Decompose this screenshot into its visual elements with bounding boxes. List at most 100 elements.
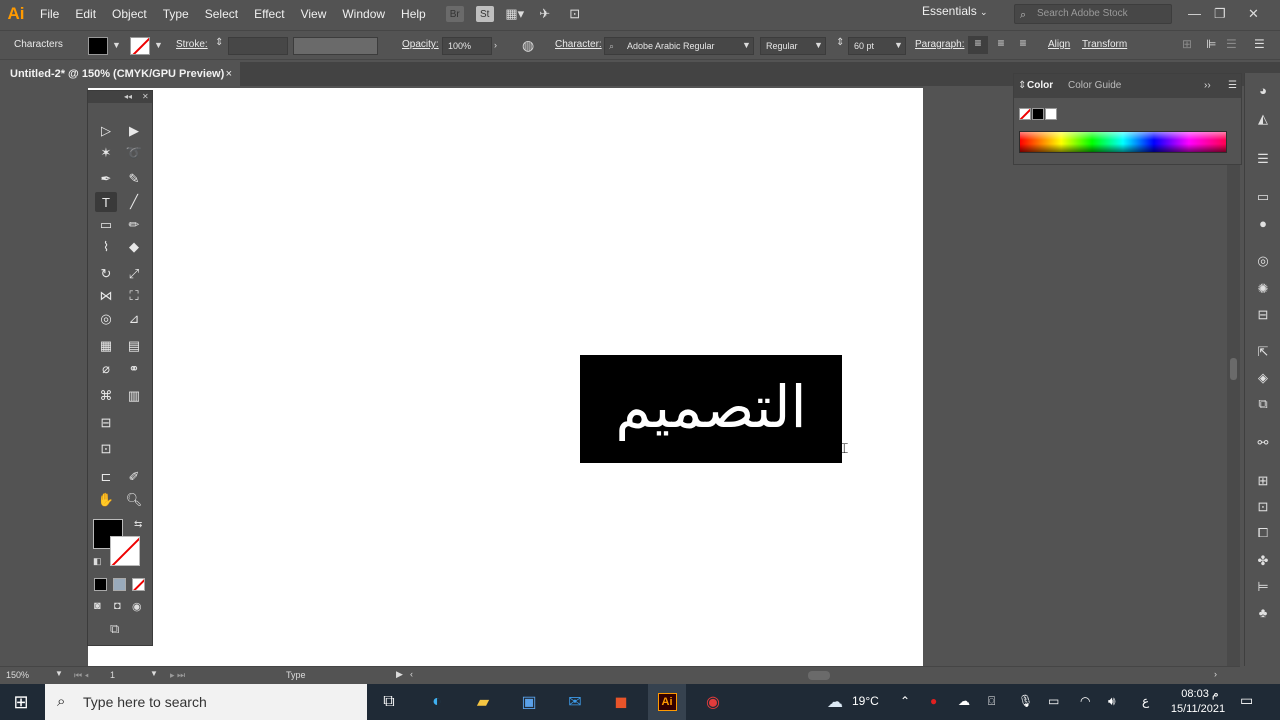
width-tool-icon[interactable]: ⋈ — [95, 286, 117, 306]
menu-help[interactable]: Help — [393, 0, 434, 28]
asset-export-icon[interactable]: ⊟ — [1254, 307, 1272, 323]
draw-inside-icon[interactable]: ◉ — [132, 600, 142, 613]
draw-normal-icon[interactable]: ◙ — [94, 600, 101, 612]
perspective-grid-tool-icon[interactable]: ⊿ — [123, 309, 145, 329]
layers-icon[interactable]: ◈ — [1254, 370, 1272, 386]
mesh-tool-icon[interactable]: ▦ — [95, 336, 117, 356]
artboard-number[interactable]: 1 — [110, 670, 115, 680]
menu-edit[interactable]: Edit — [67, 0, 104, 28]
vertical-scrollbar[interactable] — [1227, 86, 1240, 666]
chevron-down-icon[interactable]: ▼ — [894, 40, 903, 50]
type-tool-icon[interactable]: T — [95, 192, 117, 212]
office-icon[interactable]: ◼ — [608, 690, 634, 714]
input-language[interactable]: ع — [1142, 694, 1149, 708]
screen-recorder-icon[interactable]: ◉ — [700, 690, 726, 714]
color-spectrum[interactable] — [1019, 131, 1227, 153]
free-transform-tool-icon[interactable]: ⛶ — [123, 286, 145, 306]
default-colors-icon[interactable]: ◧ — [93, 556, 102, 567]
align-link[interactable]: Align — [1048, 39, 1070, 50]
chevron-right-icon[interactable]: › — [494, 40, 497, 50]
menu-type[interactable]: Type — [155, 0, 197, 28]
zoom-tool-icon[interactable]: 🔍︎ — [123, 490, 145, 510]
none-color-swatch[interactable] — [1019, 108, 1031, 120]
slice-tool-icon[interactable]: ⊡ — [95, 439, 117, 459]
character-label[interactable]: Character: — [555, 39, 602, 50]
volume-icon[interactable]: 🔊︎ — [1108, 694, 1116, 709]
gpu-performance-icon[interactable]: ✈ — [536, 6, 554, 22]
links-icon[interactable]: ⚯ — [1254, 435, 1272, 451]
tab-color-guide[interactable]: Color Guide — [1068, 80, 1121, 91]
task-view-icon[interactable]: ⧉ — [376, 690, 402, 714]
notifications-icon[interactable]: ▭ — [1240, 692, 1253, 709]
arrange-documents-icon[interactable]: ▦▾ — [505, 6, 524, 22]
search-arrange-icon[interactable]: ⊡ — [566, 6, 584, 22]
export-icon[interactable]: ⇱ — [1254, 344, 1272, 360]
font-family-field[interactable]: ⌕ Adobe Arabic Regular — [604, 37, 754, 55]
menu-effect[interactable]: Effect — [246, 0, 292, 28]
artboard-tool-icon[interactable]: ⊟ — [95, 413, 117, 433]
color-panel-icon[interactable]: ◕ — [1254, 83, 1272, 99]
recolor-globe-icon[interactable]: ◍ — [522, 37, 534, 54]
grid-icon[interactable]: ⊞ — [1182, 37, 1192, 51]
tab-color[interactable]: Color — [1027, 80, 1053, 91]
blend-tool-icon[interactable]: ⚭ — [123, 359, 145, 379]
collapse-panel-icon[interactable]: ›› — [1204, 80, 1211, 91]
next-artboard-icon[interactable]: ▸ ⏭ — [170, 670, 185, 681]
scroll-left-icon[interactable]: ‹ — [410, 669, 413, 679]
stroke-swatch[interactable] — [110, 536, 140, 566]
rotate-tool-icon[interactable]: ↻ — [95, 264, 117, 284]
collapse-icon[interactable]: ◂◂ — [124, 92, 132, 101]
close-icon[interactable]: ✕ — [142, 92, 149, 101]
illustrator-taskbar-icon[interactable]: Ai — [648, 684, 686, 720]
record-icon[interactable]: ● — [930, 694, 937, 708]
close-icon[interactable]: × — [226, 62, 232, 86]
opacity-label[interactable]: Opacity: — [402, 39, 439, 50]
clock-time[interactable]: 08:03 م — [1172, 687, 1228, 700]
menu-object[interactable]: Object — [104, 0, 155, 28]
chevron-down-icon[interactable]: ▼ — [112, 40, 121, 50]
curvature-tool-icon[interactable]: ✎ — [123, 169, 145, 189]
tools-panel-header[interactable]: ◂◂ ✕ — [88, 91, 152, 103]
status-menu-icon[interactable]: ▶ — [396, 669, 403, 680]
selection-tool-icon[interactable]: ▷ — [95, 121, 117, 141]
artboard[interactable]: التصميم ⌶ — [88, 88, 923, 666]
gradient-mode-icon[interactable] — [113, 578, 126, 591]
symbol-sprayer-tool-icon[interactable]: ⌘ — [95, 386, 117, 406]
stock-search-input[interactable]: ⌕ Search Adobe Stock — [1014, 4, 1172, 24]
workspace-switcher[interactable]: Essentials ⌄ — [922, 4, 988, 18]
direct-selection-tool-icon[interactable]: ▶ — [123, 121, 145, 141]
weather-cloud-icon[interactable]: ☁ — [822, 690, 848, 714]
gradient-tool-icon[interactable]: ▤ — [123, 336, 145, 356]
file-explorer-icon[interactable]: ▰ — [470, 690, 496, 714]
chevron-updown-icon[interactable]: ⇕ — [1018, 80, 1026, 91]
brushes-icon[interactable]: ✤ — [1254, 553, 1272, 569]
scale-tool-icon[interactable]: ⤢ — [123, 264, 145, 284]
document-tab[interactable]: Untitled-2* @ 150% (CMYK/GPU Preview) × — [0, 62, 240, 86]
pen-tool-icon[interactable]: ✒ — [95, 169, 117, 189]
properties-icon[interactable]: ☰ — [1254, 151, 1272, 167]
microphone-icon[interactable]: 🎙︎ — [1018, 694, 1033, 708]
transform-icon[interactable]: ⊞ — [1254, 473, 1272, 489]
stroke-color-swatch[interactable] — [130, 37, 150, 55]
close-icon[interactable]: ✕ — [1248, 6, 1259, 22]
variable-width-profile[interactable] — [293, 37, 378, 55]
clubs-symbol-icon[interactable]: ♣ — [1254, 605, 1272, 621]
distribute-icon[interactable]: ⊫ — [1206, 37, 1216, 51]
line-segment-tool-icon[interactable]: ╱ — [123, 192, 145, 212]
stepper-icon[interactable]: ⇕ — [215, 37, 223, 48]
chevron-down-icon[interactable]: ▼ — [814, 40, 823, 50]
chevron-down-icon[interactable]: ▼ — [150, 669, 158, 678]
color-mode-icon[interactable] — [94, 578, 107, 591]
knife-tool-icon[interactable]: ✐ — [123, 467, 145, 487]
panel-menu-icon[interactable]: ☰ — [1254, 37, 1265, 51]
crop-tool-icon[interactable]: ⊏ — [95, 467, 117, 487]
first-artboard-icon[interactable]: ⏮ ◂ — [74, 670, 89, 681]
fill-color-swatch[interactable] — [88, 37, 108, 55]
align-right-icon[interactable]: ≡ — [1014, 36, 1032, 50]
shaper-tool-icon[interactable]: ⌇ — [95, 237, 117, 257]
options-icon[interactable]: ☰ — [1226, 37, 1237, 51]
wifi-icon[interactable]: ◠ — [1080, 694, 1090, 708]
chevron-down-icon[interactable]: ▼ — [742, 40, 751, 50]
stroke-label[interactable]: Stroke: — [176, 39, 208, 50]
screen-mode-icon[interactable]: ⧉ — [110, 621, 119, 637]
